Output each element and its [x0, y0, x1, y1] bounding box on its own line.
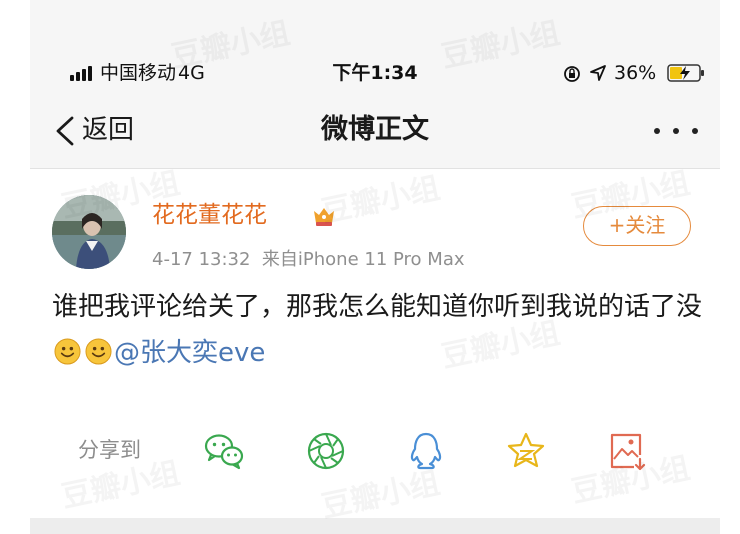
moments-icon[interactable] — [304, 429, 348, 473]
qzone-icon[interactable] — [504, 429, 548, 473]
post-timestamp: 4-17 13:32 — [152, 249, 251, 270]
post-text: 谁把我评论给关了，那我怎么能知道你听到我说的话了没 — [52, 292, 703, 322]
smile-emoji-icon — [85, 338, 112, 365]
smile-emoji-icon — [54, 338, 81, 365]
battery-charging-icon — [667, 64, 704, 82]
avatar[interactable] — [52, 195, 126, 269]
vip-badge-icon — [314, 208, 334, 226]
qq-icon[interactable] — [404, 429, 448, 473]
post-source: 来自iPhone 11 Pro Max — [261, 249, 465, 270]
save-image-icon[interactable] — [604, 429, 648, 473]
post-body: 谁把我评论给关了，那我怎么能知道你听到我说的话了没 @张大奕eve — [52, 284, 702, 376]
post-meta: 4-17 13:32 来自iPhone 11 Pro Max — [152, 247, 465, 273]
username-link[interactable]: 花花董花花 — [152, 199, 267, 231]
page-title: 微博正文 — [321, 114, 429, 145]
more-icon[interactable] — [654, 128, 698, 136]
follow-button[interactable]: +关注 — [583, 206, 691, 246]
wechat-icon[interactable] — [202, 429, 246, 473]
battery-percent: 36% — [614, 62, 657, 84]
status-bar: 中国移动 4G 下午1:34 36% — [30, 52, 720, 94]
orientation-lock-icon — [564, 66, 580, 82]
share-bar: 分享到 — [30, 421, 720, 481]
bottom-divider — [30, 518, 720, 534]
mention-link[interactable]: @张大奕eve — [114, 338, 265, 368]
nav-bar: 返回 微博正文 — [30, 94, 720, 169]
share-label: 分享到 — [78, 438, 141, 462]
location-icon — [590, 65, 606, 81]
post-card: 花花董花花 +关注 4-17 13:32 来自iPhone 11 Pro Max… — [30, 169, 720, 518]
